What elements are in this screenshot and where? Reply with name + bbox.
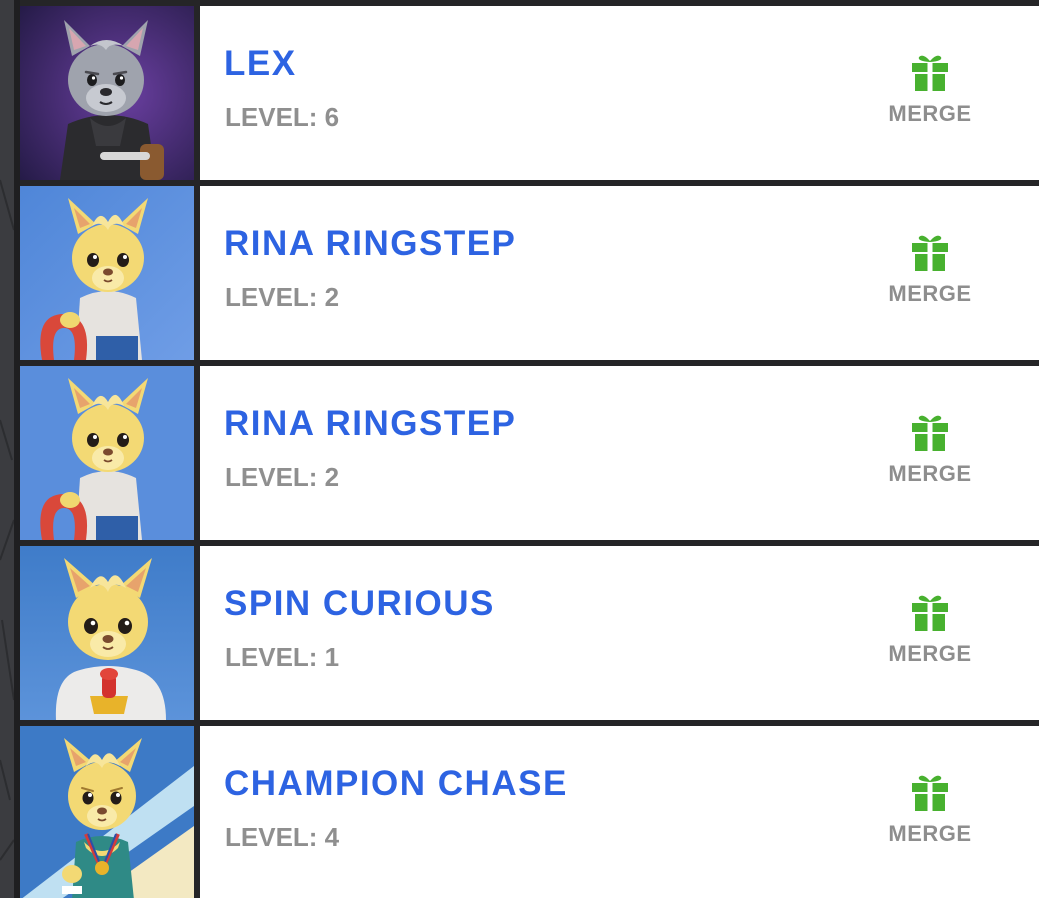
character-card[interactable]: RINA RINGSTEP LEVEL: 2 MERGE bbox=[20, 366, 1039, 540]
character-level: LEVEL: 4 bbox=[225, 822, 340, 852]
character-avatar bbox=[20, 726, 200, 898]
gray-wolf-avatar-image bbox=[20, 6, 194, 180]
character-level: LEVEL: 6 bbox=[225, 102, 340, 132]
character-list: LEX LEVEL: 6 MERGE RINA RINGSTEP LEVEL: … bbox=[20, 0, 1039, 898]
character-name: RINA RINGSTEP bbox=[224, 404, 517, 443]
yellow-llama-ring-avatar-image bbox=[20, 186, 194, 360]
character-card[interactable]: CHAMPION CHASE LEVEL: 4 MERGE bbox=[20, 726, 1039, 898]
gift-icon bbox=[912, 595, 948, 631]
merge-label: MERGE bbox=[888, 641, 972, 666]
character-level: LEVEL: 1 bbox=[225, 642, 340, 672]
character-info: RINA RINGSTEP LEVEL: 2 MERGE bbox=[200, 186, 1039, 360]
yellow-llama-toy-avatar-image bbox=[20, 546, 194, 720]
yellow-llama-medal-avatar-image bbox=[20, 726, 194, 898]
character-card[interactable]: LEX LEVEL: 6 MERGE bbox=[20, 6, 1039, 180]
gift-icon bbox=[912, 235, 948, 271]
map-background bbox=[0, 0, 20, 898]
yellow-llama-ring-avatar-image bbox=[20, 366, 194, 540]
merge-label: MERGE bbox=[888, 281, 972, 306]
character-level: LEVEL: 2 bbox=[225, 282, 340, 312]
merge-button[interactable]: MERGE bbox=[885, 592, 975, 668]
gift-icon bbox=[912, 775, 948, 811]
page: LEX LEVEL: 6 MERGE RINA RINGSTEP LEVEL: … bbox=[0, 0, 1039, 898]
character-name: RINA RINGSTEP bbox=[224, 224, 517, 263]
character-info: RINA RINGSTEP LEVEL: 2 MERGE bbox=[200, 366, 1039, 540]
character-avatar bbox=[20, 6, 200, 180]
character-info: CHAMPION CHASE LEVEL: 4 MERGE bbox=[200, 726, 1039, 898]
character-card[interactable]: SPIN CURIOUS LEVEL: 1 MERGE bbox=[20, 546, 1039, 720]
merge-label: MERGE bbox=[888, 101, 972, 126]
merge-label: MERGE bbox=[888, 461, 972, 486]
gift-icon bbox=[912, 415, 948, 451]
character-info: LEX LEVEL: 6 MERGE bbox=[200, 6, 1039, 180]
merge-button[interactable]: MERGE bbox=[885, 412, 975, 488]
character-info: SPIN CURIOUS LEVEL: 1 MERGE bbox=[200, 546, 1039, 720]
character-name: CHAMPION CHASE bbox=[224, 764, 568, 803]
character-avatar bbox=[20, 186, 200, 360]
character-name: LEX bbox=[224, 44, 297, 83]
character-card[interactable]: RINA RINGSTEP LEVEL: 2 MERGE bbox=[20, 186, 1039, 360]
merge-button[interactable]: MERGE bbox=[885, 772, 975, 848]
gift-icon bbox=[912, 55, 948, 91]
character-name: SPIN CURIOUS bbox=[224, 584, 495, 623]
merge-button[interactable]: MERGE bbox=[885, 52, 975, 128]
merge-label: MERGE bbox=[888, 821, 972, 846]
merge-button[interactable]: MERGE bbox=[885, 232, 975, 308]
character-avatar bbox=[20, 546, 200, 720]
character-avatar bbox=[20, 366, 200, 540]
character-level: LEVEL: 2 bbox=[225, 462, 340, 492]
